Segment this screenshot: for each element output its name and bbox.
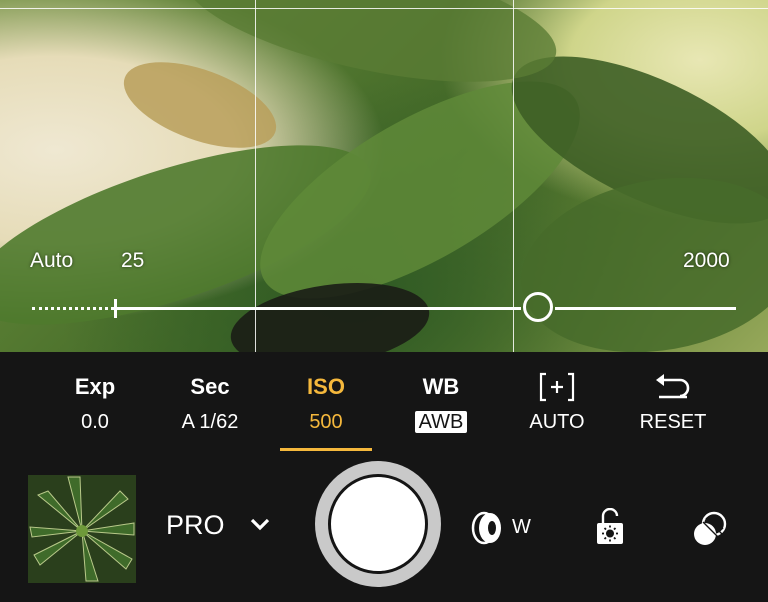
chevron-down-icon[interactable] <box>249 516 271 537</box>
iso-slider-track-right[interactable] <box>554 307 736 310</box>
lens-label[interactable]: W <box>512 516 531 539</box>
iso-auto-label: Auto <box>30 249 74 272</box>
reset-arrow-icon <box>618 372 728 402</box>
grid-line-vertical <box>513 0 514 352</box>
setting-value: AWB <box>414 411 468 433</box>
reset-setting[interactable]: RESET <box>618 372 728 435</box>
camera-mode-label[interactable]: PRO <box>166 510 225 541</box>
setting-name: ISO <box>307 374 345 399</box>
setting-value: A 1/62 <box>181 411 239 433</box>
leaf-shape <box>225 271 435 352</box>
lens-icon[interactable] <box>470 510 510 551</box>
iso-slider-track-left[interactable] <box>117 307 521 310</box>
iso-max-label: 2000 <box>683 249 730 272</box>
lock-sun-icon[interactable] <box>594 507 626 551</box>
iso-min-label: 25 <box>121 249 145 272</box>
grid-line-horizontal <box>0 8 768 9</box>
setting-value: 500 <box>309 411 343 433</box>
setting-name: Exp <box>74 374 116 399</box>
setting-value: RESET <box>639 411 707 433</box>
white-balance-setting[interactable]: WB AWB <box>386 372 496 435</box>
setting-value: AUTO <box>529 411 585 433</box>
setting-name: Sec <box>190 374 230 399</box>
iso-slider-auto-segment <box>32 307 114 310</box>
focus-setting[interactable]: AUTO <box>502 372 612 435</box>
camera-viewfinder[interactable]: Auto 25 2000 <box>0 0 768 352</box>
filter-icon[interactable] <box>690 510 730 555</box>
iso-setting[interactable]: ISO 500 <box>271 372 381 435</box>
thumbnail-image <box>28 475 136 583</box>
setting-value: 0.0 <box>81 411 109 433</box>
pro-settings-row: Exp 0.0 Sec A 1/62 ISO 500 WB AWB AUTO R… <box>0 352 768 462</box>
setting-name: WB <box>422 374 460 399</box>
shutter-button[interactable] <box>328 474 428 574</box>
iso-slider-handle[interactable] <box>522 292 553 322</box>
gallery-thumbnail[interactable] <box>28 475 136 583</box>
focus-bracket-icon <box>502 372 612 402</box>
exposure-setting[interactable]: Exp 0.0 <box>40 372 150 435</box>
shutter-speed-setting[interactable]: Sec A 1/62 <box>155 372 265 435</box>
grid-line-vertical <box>255 0 256 352</box>
active-setting-indicator <box>280 448 372 451</box>
